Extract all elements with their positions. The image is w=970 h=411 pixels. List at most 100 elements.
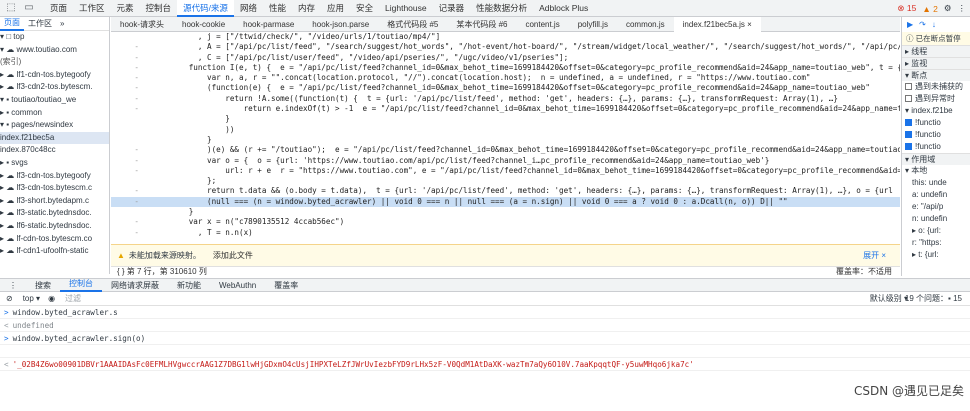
debugger-row[interactable]: ▾ index.f21be <box>902 105 970 117</box>
debugger-row[interactable]: ▾ 断点 <box>902 69 970 81</box>
console-output[interactable]: > window.byted_acrawler.s < undefined > windo… <box>0 306 970 411</box>
panel-tab[interactable]: 性能 <box>263 0 292 17</box>
debugger-row[interactable]: this: unde <box>902 177 970 189</box>
panel-tab[interactable]: 元素 <box>111 0 140 17</box>
panel-tab[interactable]: 安全 <box>350 0 379 17</box>
debugger-row[interactable]: ▸ 监视 <box>902 57 970 69</box>
panel-tab[interactable]: 源代码/来源 <box>177 0 234 17</box>
drawer-tab[interactable]: 覆盖率 <box>265 280 307 291</box>
debugger-row[interactable]: ▸ 线程 <box>902 45 970 57</box>
tree-item[interactable]: ▸ ☁ lf1-cdn-tos.bytegoofy <box>0 69 109 82</box>
tree-item[interactable]: (索引) <box>0 56 109 69</box>
drawer-tab[interactable]: ⋮ <box>0 281 26 290</box>
line-gutter[interactable]: - <box>111 94 143 104</box>
debugger-row[interactable]: !functio <box>902 141 970 153</box>
tree-item[interactable]: ▸ ☁ lf-cdn-tos.bytescm.co <box>0 233 109 246</box>
checkbox[interactable] <box>905 131 912 139</box>
code-editor[interactable]: , j = ["/ttwid/check/", "/video/urls/1/t… <box>111 32 900 244</box>
line-gutter[interactable]: - <box>111 145 143 155</box>
panel-tab[interactable]: 记录器 <box>433 0 471 17</box>
tree-item[interactable]: ▸ ☁ lf3-cdn2-tos.bytescm. <box>0 81 109 94</box>
drawer-tab[interactable]: 控制台 <box>60 278 102 292</box>
panel-tab[interactable]: 应用 <box>321 0 350 17</box>
debugger-row[interactable]: e: "/api/p <box>902 201 970 213</box>
checkbox[interactable] <box>905 119 912 127</box>
line-gutter[interactable]: - <box>111 53 143 63</box>
more-menu-icon[interactable]: ⋮ <box>958 3 967 14</box>
line-gutter[interactable]: - <box>111 217 143 227</box>
editor-tab[interactable]: hook-parmase <box>234 17 303 32</box>
tree-item[interactable]: index.f21bec5a <box>0 131 109 145</box>
resume-icon[interactable]: ▶ <box>907 20 913 29</box>
tree-item[interactable]: ▾ □ top <box>0 31 109 44</box>
editor-tab[interactable]: 某本代码段 #6 <box>447 17 516 32</box>
editor-tab[interactable]: 格式代码段 #5 <box>378 17 447 32</box>
eye-icon[interactable]: ◉ <box>48 294 55 303</box>
tree-item[interactable]: ▸ ☁ lf6-static.bytednsdoc. <box>0 220 109 233</box>
editor-tab[interactable]: index.f21bec5a.js × <box>673 16 761 32</box>
panel-tab[interactable]: 页面 <box>44 0 73 17</box>
line-gutter[interactable]: - <box>111 166 143 176</box>
tree-item[interactable]: index.870c48cc <box>0 144 109 157</box>
panel-tab[interactable]: 工作区 <box>73 0 111 17</box>
debugger-row[interactable]: ▸ o: {url: <box>902 225 970 237</box>
checkbox[interactable] <box>905 95 912 103</box>
inspect-element-icon[interactable]: ⬚ <box>4 1 18 15</box>
tree-item[interactable]: ▸ ▪ svgs <box>0 157 109 170</box>
debugger-row[interactable]: !functio <box>902 117 970 129</box>
debugger-row[interactable]: n: undefin <box>902 213 970 225</box>
line-gutter[interactable]: - <box>111 63 143 73</box>
tree-item[interactable]: ▾ ☁ www.toutiao.com <box>0 44 109 57</box>
console-filter-input[interactable]: 过滤 <box>65 293 81 304</box>
panel-tab[interactable]: 网络 <box>234 0 263 17</box>
settings-icon[interactable]: ⚙ <box>944 3 952 14</box>
panel-tab[interactable]: Lighthouse <box>379 0 433 17</box>
drawer-tab[interactable]: 新功能 <box>168 280 210 291</box>
debugger-row[interactable]: r: "https: <box>902 237 970 249</box>
panel-tab[interactable]: 性能数据分析 <box>470 0 533 17</box>
tree-item[interactable]: ▸ ▪ common <box>0 107 109 120</box>
tree-item[interactable]: ▸ ☁ lf-cdn1-ufoolfn-static <box>0 245 109 258</box>
debugger-row[interactable]: 遇到未捕获的 <box>902 81 970 93</box>
panel-tab[interactable]: Adblock Plus <box>533 0 594 17</box>
drawer-tab[interactable]: 搜索 <box>26 280 60 291</box>
tree-item[interactable]: ▾ ▪ toutiao/toutiao_we <box>0 94 109 107</box>
line-gutter[interactable]: - <box>111 42 143 52</box>
navigator-tab[interactable]: 页面 <box>0 17 24 31</box>
line-gutter[interactable]: - <box>111 83 143 93</box>
tree-item[interactable]: ▸ ☁ lf3-cdn-tos.bytegoofy <box>0 170 109 183</box>
editor-tab[interactable]: hook-cookie <box>173 17 234 32</box>
checkbox[interactable] <box>905 83 912 91</box>
device-toolbar-icon[interactable]: ▭ <box>22 1 36 15</box>
line-gutter[interactable]: - <box>111 186 143 196</box>
panel-tab[interactable]: 控制台 <box>140 0 178 17</box>
debugger-row[interactable]: !functio <box>902 129 970 141</box>
panel-tab[interactable]: 内存 <box>292 0 321 17</box>
error-count[interactable]: ⊗ 15 <box>897 3 916 14</box>
context-selector[interactable]: top ▾ <box>23 294 40 303</box>
line-gutter[interactable]: - <box>111 104 143 114</box>
debugger-row[interactable]: a: undefin <box>902 189 970 201</box>
debugger-row[interactable]: ▾ 作用域 <box>902 153 970 165</box>
tree-item[interactable]: ▸ ☁ lf3-short.bytedapm.c <box>0 195 109 208</box>
add-file-button[interactable]: 添加此文件 <box>213 250 253 261</box>
editor-tab[interactable]: hook-json.parse <box>303 17 378 32</box>
checkbox[interactable] <box>905 143 912 151</box>
navigator-tab[interactable]: » <box>56 19 68 28</box>
editor-tab[interactable]: content.js <box>516 17 568 32</box>
debugger-row[interactable]: 遇到异常时 <box>902 93 970 105</box>
tree-item[interactable]: ▾ ▪ pages/newsindex <box>0 119 109 132</box>
debugger-row[interactable]: ▸ t: {url: <box>902 249 970 261</box>
step-into-icon[interactable]: ↓ <box>932 20 936 29</box>
tree-item[interactable]: ▸ ☁ lf3-cdn-tos.bytescm.c <box>0 182 109 195</box>
drawer-tab[interactable]: 网络请求屏蔽 <box>102 280 168 291</box>
clear-console-icon[interactable]: ⊘ <box>6 294 13 303</box>
issues-button[interactable]: 19 个问题：▪ 15 <box>905 293 962 304</box>
tree-item[interactable]: ▸ ☁ lf3-static.bytednsdoc. <box>0 207 109 220</box>
line-gutter[interactable]: - <box>111 156 143 166</box>
step-over-icon[interactable]: ↷ <box>919 20 926 29</box>
editor-tab[interactable]: hook-请求头 <box>111 17 173 32</box>
editor-tab[interactable]: common.js <box>617 17 674 32</box>
warning-count[interactable]: ▲ 2 <box>922 4 938 14</box>
line-gutter[interactable]: - <box>111 73 143 83</box>
